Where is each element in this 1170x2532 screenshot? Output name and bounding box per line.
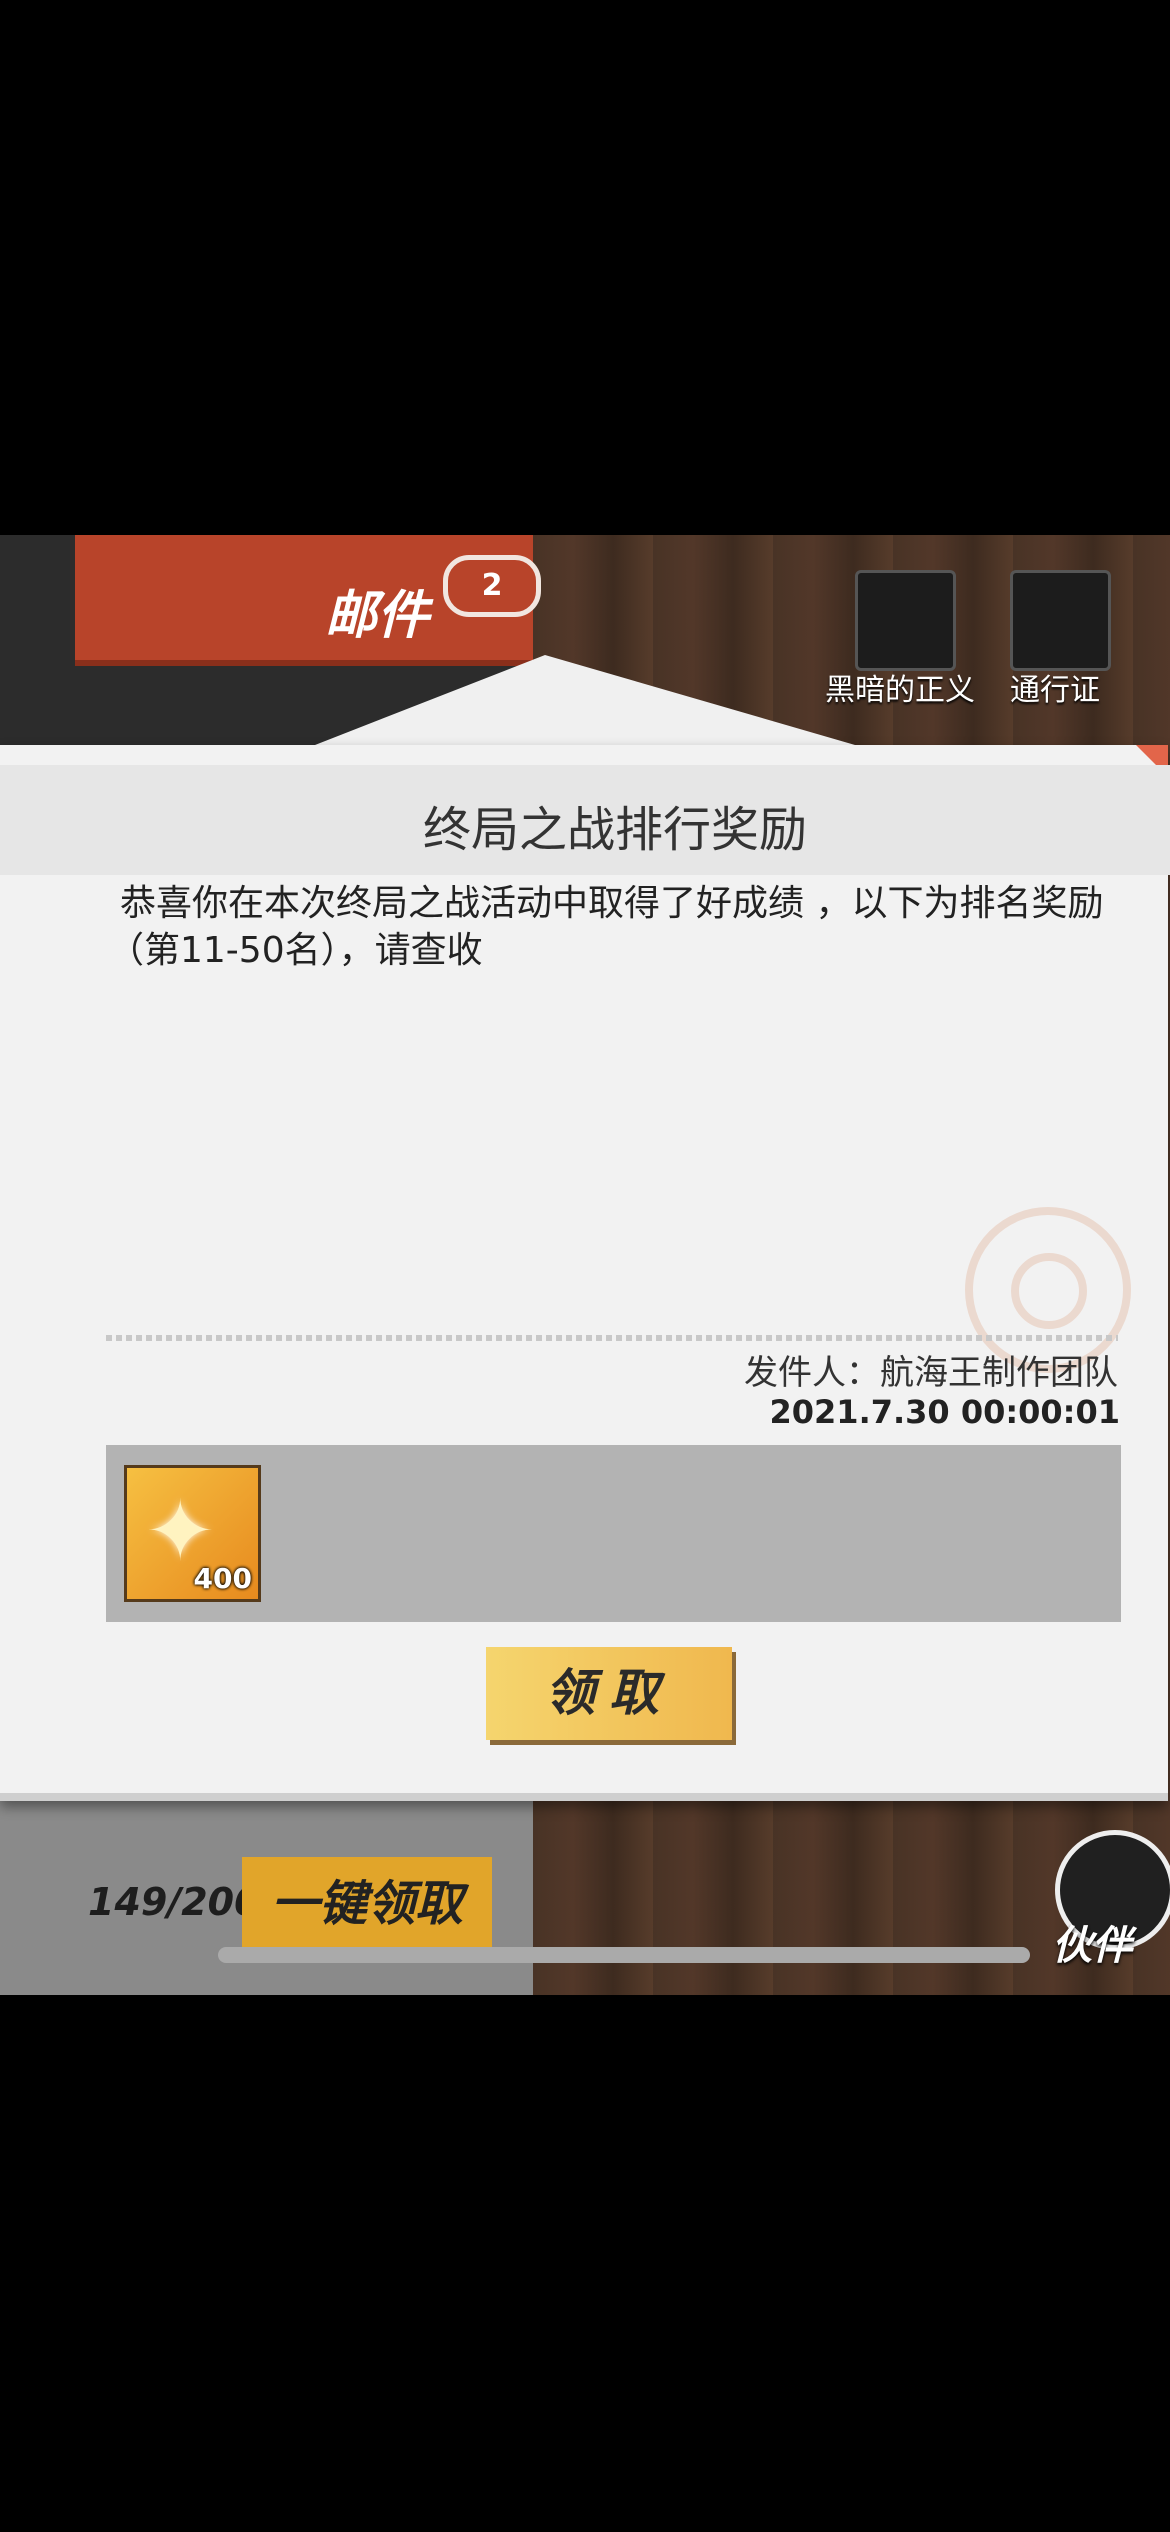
dialog-title: 终局之战排行奖励: [422, 802, 807, 858]
pass-icon[interactable]: [1010, 570, 1111, 671]
pass-label: 通行证: [1010, 673, 1100, 708]
mail-date: 2021.7.30 00:00:01: [769, 1393, 1121, 1431]
home-indicator[interactable]: [218, 1947, 1030, 1963]
mail-count-badge: 2: [443, 555, 541, 617]
mail-tab-label: 邮件: [325, 586, 430, 646]
partner-label: 伙伴: [1052, 1923, 1132, 1969]
dark-justice-icon[interactable]: [855, 570, 956, 671]
mail-tab[interactable]: 邮件 2: [75, 535, 541, 666]
claim-all-button[interactable]: 一键领取: [242, 1857, 492, 1952]
reward-mail-dialog: 终局之战排行奖励 恭喜你在本次终局之战活动中取得了好成绩 ，以下为排名奖励（第1…: [0, 745, 1170, 1801]
mail-sender: 发件人：航海王制作团队: [744, 1353, 1118, 1393]
reward-item[interactable]: ✦ 400: [124, 1465, 261, 1602]
claim-button[interactable]: 领取: [486, 1647, 732, 1740]
dialog-peak: [315, 655, 855, 745]
rewards-panel: ✦ 400: [106, 1445, 1121, 1622]
helm-stamp-inner: [1011, 1253, 1087, 1329]
dialog-divider: [106, 1335, 1118, 1341]
mail-count: 149/200: [88, 1880, 261, 1924]
dialog-message: 恭喜你在本次终局之战活动中取得了好成绩 ，以下为排名奖励（第11-50名），请查…: [108, 883, 1104, 971]
reward-quantity: 400: [193, 1562, 252, 1595]
